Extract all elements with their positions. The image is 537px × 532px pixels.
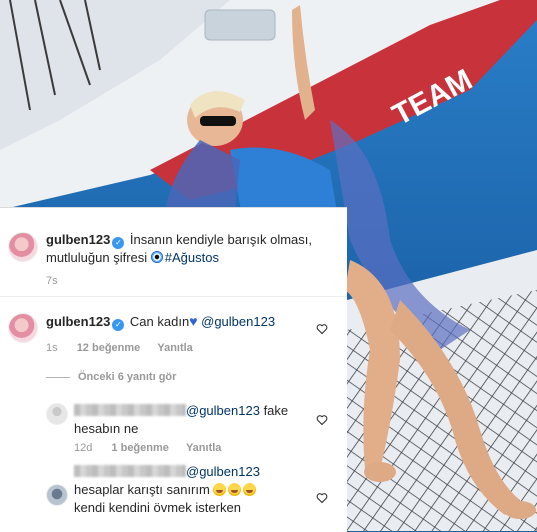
laughing-emoji-icon xyxy=(213,483,227,496)
comment1-text: gulben123 ✓ Can kadın♥ @gulben123 xyxy=(46,312,306,331)
blurred-username xyxy=(74,404,186,416)
reply1-reply-button[interactable]: Yanıtla xyxy=(186,442,221,454)
caption-line1: İnsanın kendiyle barışık olması, xyxy=(129,232,313,247)
like-heart-icon[interactable] xyxy=(316,323,328,335)
verified-badge-icon: ✓ xyxy=(112,319,125,331)
comment1-body: Can kadın xyxy=(129,314,190,329)
blue-heart-icon: ♥ xyxy=(189,313,198,329)
comment1-mention[interactable]: @gulben123 xyxy=(201,314,275,329)
reply1-text: @gulben123 fake hesabın ne xyxy=(74,402,310,438)
like-heart-icon[interactable] xyxy=(316,492,328,504)
comment1-likes[interactable]: 12 beğenme xyxy=(77,342,141,354)
reply1-meta: 12d 1 beğenme Yanıtla xyxy=(74,442,221,454)
caption-avatar[interactable] xyxy=(8,232,38,262)
comment1-avatar[interactable] xyxy=(8,313,38,343)
caption-hashtag[interactable]: #Ağustos xyxy=(165,250,219,265)
reply2-body-line2: kendi kendini övmek isterken xyxy=(74,500,241,515)
laughing-emoji-icon xyxy=(243,483,257,496)
laughing-emoji-icon xyxy=(228,483,242,496)
caption-username[interactable]: gulben123 xyxy=(46,232,110,247)
reply1-time: 12d xyxy=(74,442,93,454)
separator xyxy=(0,296,347,297)
reply1-body: fake xyxy=(263,403,289,418)
reply1-avatar[interactable] xyxy=(46,403,68,425)
blurred-username xyxy=(74,465,186,477)
reply1-likes[interactable]: 1 beğenme xyxy=(111,442,168,454)
caption-time: 7s xyxy=(46,275,58,287)
caption-text: gulben123 ✓ İnsanın kendiyle barışık olma… xyxy=(46,231,342,267)
comments-panel: gulben123 ✓ İnsanın kendiyle barışık olma… xyxy=(0,207,347,532)
reply2-body-line1: hesaplar karıştı sanırım xyxy=(74,482,210,497)
reply1-mention[interactable]: @gulben123 xyxy=(186,403,260,418)
comment1-meta: 1s 12 beğenme Yanıtla xyxy=(46,342,193,354)
reply2-text: @gulben123 hesaplar karıştı sanırım kend… xyxy=(74,463,310,517)
verified-badge-icon: ✓ xyxy=(112,237,125,249)
caption-line2: mutluluğun şifresi xyxy=(46,250,148,265)
comment1-reply-button[interactable]: Yanıtla xyxy=(157,342,192,354)
reply1-body-line2: hesabın ne xyxy=(74,421,139,436)
like-heart-icon[interactable] xyxy=(316,414,328,426)
reply2-mention[interactable]: @gulben123 xyxy=(186,464,260,479)
comment1-username[interactable]: gulben123 xyxy=(46,314,110,329)
reply2-avatar[interactable] xyxy=(46,484,68,506)
view-previous-replies[interactable]: Önceki 6 yanıtı gör xyxy=(78,371,176,383)
comment1-time: 1s xyxy=(46,342,58,354)
evil-eye-icon xyxy=(150,251,163,263)
replies-divider xyxy=(46,377,70,378)
